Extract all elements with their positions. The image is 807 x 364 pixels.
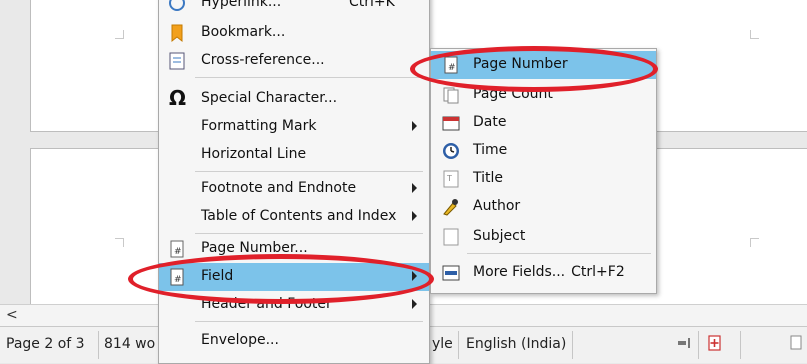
text-boundary-mark xyxy=(750,238,759,247)
text-boundary-mark xyxy=(115,238,124,247)
view-layout-icon[interactable] xyxy=(676,335,692,355)
status-separator xyxy=(698,331,699,359)
svg-text:T: T xyxy=(446,174,452,183)
language-status[interactable]: English (India) xyxy=(466,336,566,352)
submenu-item-label: More Fields... Ctrl+F2 xyxy=(473,264,625,280)
page-style-status[interactable]: yle xyxy=(432,336,453,352)
menu-item-label: Cross-reference... xyxy=(201,52,325,68)
menu-item-shortcut: Ctrl+K xyxy=(349,0,395,10)
menu-item-label: Bookmark... xyxy=(201,24,286,40)
menu-item-label: Horizontal Line xyxy=(201,146,307,162)
menu-item-label: Table of Contents and Index xyxy=(201,208,397,224)
more-fields-icon xyxy=(441,263,461,283)
submenu-item-more-fields[interactable]: More Fields... Ctrl+F2 xyxy=(431,259,656,287)
page-view-icon[interactable] xyxy=(790,335,804,355)
page-count-icon xyxy=(441,85,461,105)
cross-reference-icon xyxy=(167,51,187,71)
more-fields-label: More Fields... xyxy=(473,264,566,280)
omega-icon: Ω xyxy=(169,86,187,110)
menu-item-label: Special Character... xyxy=(201,90,338,106)
menu-separator xyxy=(195,171,423,172)
submenu-item-subject[interactable]: Subject xyxy=(431,223,656,251)
menu-item-label: Footnote and Endnote xyxy=(201,180,357,196)
subject-icon xyxy=(441,227,461,247)
text-boundary-mark xyxy=(115,30,124,39)
menu-item-label: Envelope... xyxy=(201,332,279,348)
submenu-item-author[interactable]: Author xyxy=(431,193,656,221)
menu-item-label: Hyperlink... xyxy=(201,0,282,10)
date-icon xyxy=(441,113,461,133)
menu-item-bookmark[interactable]: Bookmark... xyxy=(159,19,429,47)
status-separator xyxy=(98,331,99,359)
submenu-arrow-icon xyxy=(412,211,417,221)
menu-item-envelope[interactable]: Envelope... xyxy=(159,327,429,355)
submenu-item-label: Time xyxy=(473,142,508,158)
submenu-item-label: Title xyxy=(473,170,504,186)
menu-item-hyperlink[interactable]: Hyperlink... Ctrl+K xyxy=(159,0,429,17)
menu-item-footnote-endnote[interactable]: Footnote and Endnote xyxy=(159,175,429,203)
menu-item-horizontal-line[interactable]: Horizontal Line xyxy=(159,141,429,169)
submenu-item-label: Date xyxy=(473,114,507,130)
status-separator xyxy=(572,331,573,359)
submenu-item-title[interactable]: T Title xyxy=(431,165,656,193)
menu-item-formatting-mark[interactable]: Formatting Mark xyxy=(159,113,429,141)
submenu-separator xyxy=(467,253,651,254)
text-boundary-mark xyxy=(750,30,759,39)
menu-item-shortcut: Ctrl+F2 xyxy=(571,264,625,280)
menu-item-special-character[interactable]: Ω Special Character... xyxy=(159,85,429,113)
annotation-ellipse-field xyxy=(128,254,434,304)
word-count-status[interactable]: 814 wo xyxy=(104,336,155,352)
scroll-left-icon[interactable]: < xyxy=(6,307,18,323)
document-modified-icon[interactable] xyxy=(706,334,724,356)
insert-menu: Hyperlink... Ctrl+K Bookmark... Cross-re… xyxy=(158,0,430,364)
menu-item-label: Formatting Mark xyxy=(201,118,317,134)
hyperlink-icon xyxy=(167,0,187,13)
submenu-item-date[interactable]: Date xyxy=(431,109,656,137)
title-icon: T xyxy=(441,169,461,189)
menu-separator xyxy=(195,77,423,78)
menu-item-table-of-contents[interactable]: Table of Contents and Index xyxy=(159,203,429,231)
author-icon xyxy=(441,197,461,217)
bookmark-icon xyxy=(167,23,187,43)
submenu-item-time[interactable]: Time xyxy=(431,137,656,165)
annotation-ellipse-page-number xyxy=(410,46,658,92)
svg-text:#: # xyxy=(174,247,182,257)
clock-icon xyxy=(441,141,461,161)
status-separator xyxy=(458,331,459,359)
menu-separator xyxy=(195,233,423,234)
submenu-item-label: Author xyxy=(473,198,521,214)
submenu-arrow-icon xyxy=(412,121,417,131)
menu-item-cross-reference[interactable]: Cross-reference... xyxy=(159,47,429,75)
submenu-arrow-icon xyxy=(412,183,417,193)
status-separator xyxy=(740,331,741,359)
page-count-status[interactable]: Page 2 of 3 xyxy=(6,336,85,352)
menu-separator xyxy=(195,321,423,322)
submenu-arrow-icon xyxy=(412,299,417,309)
page-number-icon: # xyxy=(167,239,187,259)
submenu-item-label: Subject xyxy=(473,228,526,244)
